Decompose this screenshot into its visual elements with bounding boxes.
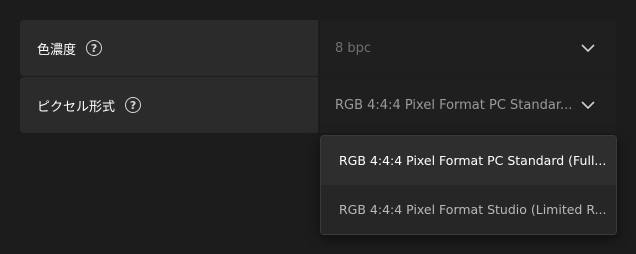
setting-label-cell: ピクセル形式 ? — [20, 77, 318, 133]
chevron-down-icon — [580, 97, 596, 113]
color-depth-dropdown[interactable]: 8 bpc — [320, 20, 616, 76]
pixel-format-dropdown[interactable]: RGB 4:4:4 Pixel Format PC Standar... — [320, 77, 616, 133]
dropdown-option-pc-standard[interactable]: RGB 4:4:4 Pixel Format PC Standard (Full… — [321, 136, 616, 185]
color-depth-value: 8 bpc — [335, 40, 372, 56]
setting-row-color-depth: 色濃度 ? 8 bpc — [20, 20, 616, 76]
pixel-format-value: RGB 4:4:4 Pixel Format PC Standar... — [335, 97, 573, 113]
question-circle-icon[interactable]: ? — [125, 97, 142, 113]
chevron-down-icon — [580, 40, 596, 56]
setting-label-cell: 色濃度 ? — [20, 20, 318, 76]
color-depth-label: 色濃度 — [37, 42, 77, 58]
pixel-format-label: ピクセル形式 — [37, 99, 116, 115]
pixel-format-options-menu: RGB 4:4:4 Pixel Format PC Standard (Full… — [320, 135, 617, 235]
setting-row-pixel-format: ピクセル形式 ? RGB 4:4:4 Pixel Format PC Stand… — [20, 77, 616, 133]
dropdown-option-studio[interactable]: RGB 4:4:4 Pixel Format Studio (Limited R… — [321, 185, 616, 234]
question-circle-icon[interactable]: ? — [86, 40, 103, 56]
